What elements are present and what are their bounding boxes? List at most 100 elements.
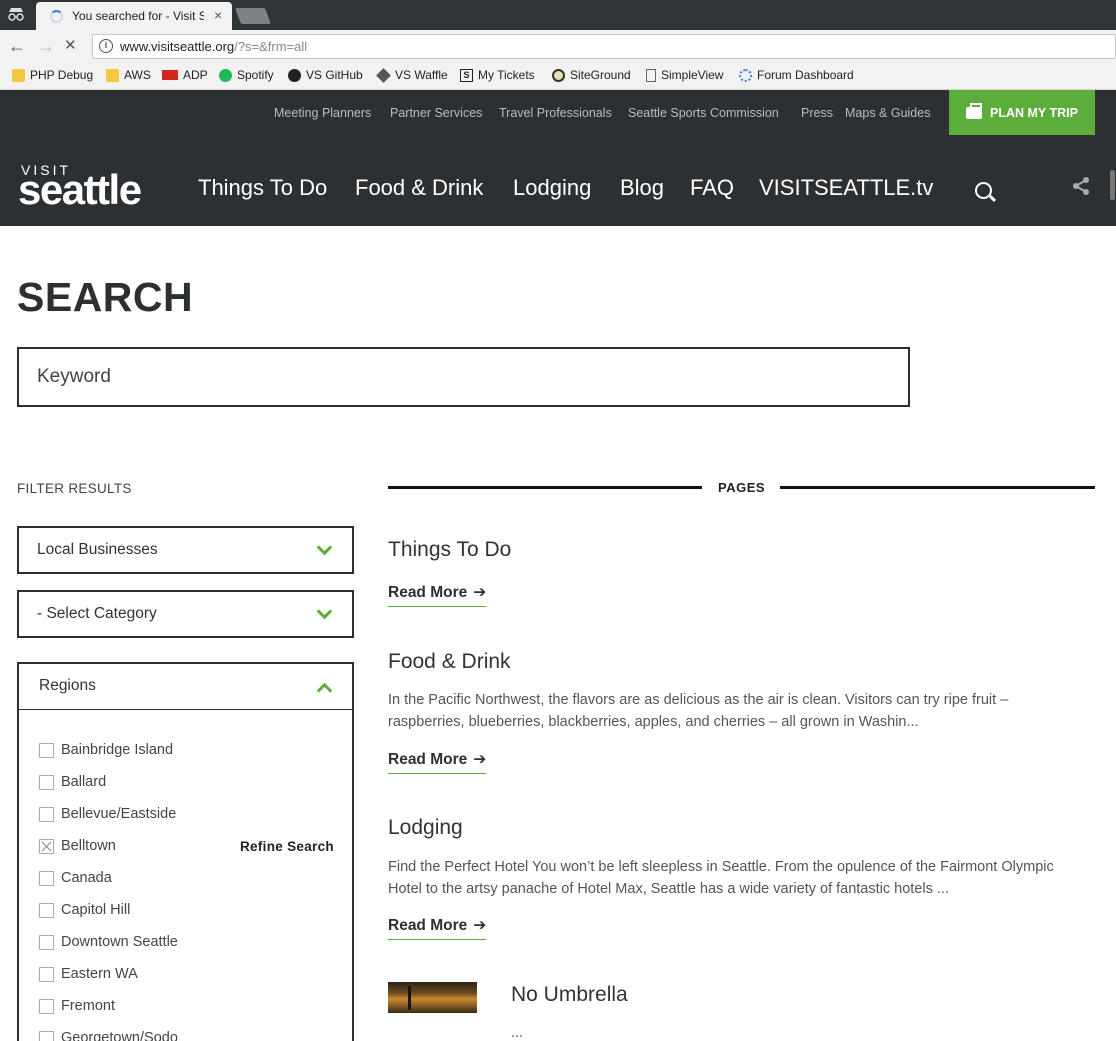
github-icon: [288, 68, 301, 82]
folder-icon: [12, 68, 25, 82]
regions-panel: Regions Bainbridge Island Ballard Bellev…: [17, 662, 354, 1041]
result-excerpt: Find the Perfect Hotel You won’t be left…: [388, 859, 1054, 897]
checkbox[interactable]: [39, 774, 54, 790]
address-bar[interactable]: i www.visitseattle.org/?s=&frm=all: [92, 34, 1116, 59]
regions-toggle[interactable]: Regions: [19, 664, 352, 710]
siteground-icon: [552, 68, 565, 82]
scrollbar-thumb[interactable]: [1110, 170, 1115, 200]
util-link-partner-services[interactable]: Partner Services: [390, 106, 482, 120]
section-divider: [388, 486, 702, 489]
checkbox[interactable]: [39, 742, 54, 758]
filter-results-label: FILTER RESULTS: [17, 481, 132, 496]
nav-food-drink[interactable]: Food & Drink: [355, 175, 483, 201]
forum-icon: [739, 68, 752, 82]
read-more-link[interactable]: Read More ➔: [388, 750, 487, 774]
chevron-down-icon: [316, 539, 333, 556]
result-title-link[interactable]: Things To Do: [388, 538, 511, 562]
site-header: Meeting Planners Partner Services Travel…: [0, 90, 1116, 226]
read-more-link[interactable]: Read More ➔: [388, 583, 487, 607]
checkbox[interactable]: [39, 1030, 54, 1041]
arrow-right-icon: ➔: [473, 917, 487, 934]
back-icon[interactable]: ←: [8, 36, 26, 56]
region-option[interactable]: Belltown: [39, 838, 116, 854]
result-excerpt: In the Pacific Northwest, the flavors ar…: [388, 692, 1009, 730]
checkbox-checked[interactable]: [39, 838, 54, 854]
tickets-icon: S: [460, 68, 473, 82]
util-link-sports-commission[interactable]: Seattle Sports Commission: [628, 106, 779, 120]
util-link-press[interactable]: Press: [801, 106, 833, 120]
result-title-link[interactable]: Lodging: [388, 816, 463, 840]
region-option[interactable]: Eastern WA: [39, 966, 138, 982]
nav-visitseattle-tv[interactable]: VISITSEATTLE.tv: [759, 175, 933, 201]
bookmark-vs-waffle[interactable]: VS Waffle: [376, 67, 448, 83]
checkbox[interactable]: [39, 934, 54, 950]
category-select[interactable]: - Select Category: [17, 590, 354, 638]
checkbox[interactable]: [39, 806, 54, 822]
region-option[interactable]: Fremont: [39, 998, 115, 1014]
region-option[interactable]: Bellevue/Eastside: [39, 806, 176, 822]
business-type-select[interactable]: Local Businesses: [17, 526, 354, 574]
incognito-icon: [6, 6, 26, 24]
bookmarks-bar: PHP Debug AWS ADP Spotify VS GitHub VS W…: [0, 62, 1116, 90]
refine-search-link[interactable]: Refine Search: [240, 839, 334, 854]
url-text: www.visitseattle.org/?s=&frm=all: [120, 39, 308, 54]
adp-icon: [162, 70, 178, 80]
waffle-icon: [376, 67, 391, 83]
region-option[interactable]: Downtown Seattle: [39, 934, 178, 950]
result-thumbnail-image[interactable]: [388, 982, 477, 1013]
nav-blog[interactable]: Blog: [620, 175, 664, 201]
region-option[interactable]: Ballard: [39, 774, 106, 790]
nav-lodging[interactable]: Lodging: [513, 175, 591, 201]
arrow-right-icon: ➔: [473, 751, 487, 768]
result-excerpt: ...: [511, 1025, 524, 1041]
util-link-maps-guides[interactable]: Maps & Guides: [845, 106, 930, 120]
section-divider: [780, 486, 1095, 489]
checkbox[interactable]: [39, 966, 54, 982]
search-icon[interactable]: [975, 182, 992, 199]
bookmark-php-debug[interactable]: PHP Debug: [12, 68, 93, 82]
browser-toolbar: ← → ✕ i www.visitseattle.org/?s=&frm=all: [0, 30, 1116, 62]
browser-tab[interactable]: You searched for - Visit S ×: [36, 2, 232, 30]
arrow-right-icon: ➔: [473, 584, 487, 601]
result-title-link[interactable]: Food & Drink: [388, 650, 511, 674]
result-title-link[interactable]: No Umbrella: [511, 983, 628, 1007]
loading-spinner-icon: [50, 10, 63, 23]
page-icon: [646, 68, 656, 82]
page-title: SEARCH: [17, 274, 194, 320]
page-scrollbar[interactable]: [1108, 90, 1116, 226]
tab-title: You searched for - Visit S: [72, 9, 204, 23]
nav-faq[interactable]: FAQ: [690, 175, 734, 201]
bookmark-my-tickets[interactable]: S My Tickets: [460, 68, 535, 82]
bookmark-aws[interactable]: AWS: [106, 68, 151, 82]
checkbox[interactable]: [39, 902, 54, 918]
checkbox[interactable]: [39, 870, 54, 886]
chevron-up-icon: [316, 682, 333, 699]
stop-icon[interactable]: ✕: [64, 36, 77, 56]
util-link-travel-professionals[interactable]: Travel Professionals: [499, 106, 612, 120]
region-option[interactable]: Bainbridge Island: [39, 742, 173, 758]
util-link-meeting-planners[interactable]: Meeting Planners: [274, 106, 371, 120]
keyword-input[interactable]: [17, 347, 910, 407]
region-option[interactable]: Canada: [39, 870, 112, 886]
pages-section-label: PAGES: [718, 480, 766, 495]
checkbox[interactable]: [39, 998, 54, 1014]
share-icon[interactable]: [1071, 176, 1091, 196]
read-more-link[interactable]: Read More ➔: [388, 916, 487, 940]
bookmark-vs-github[interactable]: VS GitHub: [288, 68, 363, 82]
bookmark-simpleview[interactable]: SimpleView: [646, 68, 723, 82]
folder-icon: [106, 68, 119, 82]
nav-things-to-do[interactable]: Things To Do: [198, 175, 327, 201]
bookmark-adp[interactable]: ADP: [162, 68, 208, 82]
region-option[interactable]: Capitol Hill: [39, 902, 130, 918]
tab-close-icon[interactable]: ×: [214, 7, 222, 23]
chevron-down-icon: [316, 603, 333, 620]
region-option[interactable]: Georgetown/Sodo: [39, 1030, 178, 1041]
plan-my-trip-button[interactable]: PLAN MY TRIP: [949, 90, 1095, 135]
bookmark-siteground[interactable]: SiteGround: [552, 68, 631, 82]
forward-icon[interactable]: →: [37, 36, 55, 56]
new-tab-button[interactable]: [235, 8, 271, 24]
bookmark-forum-dashboard[interactable]: Forum Dashboard: [739, 68, 854, 82]
info-icon[interactable]: i: [99, 39, 113, 53]
browser-tab-bar: You searched for - Visit S ×: [0, 0, 1116, 30]
bookmark-spotify[interactable]: Spotify: [219, 68, 274, 82]
